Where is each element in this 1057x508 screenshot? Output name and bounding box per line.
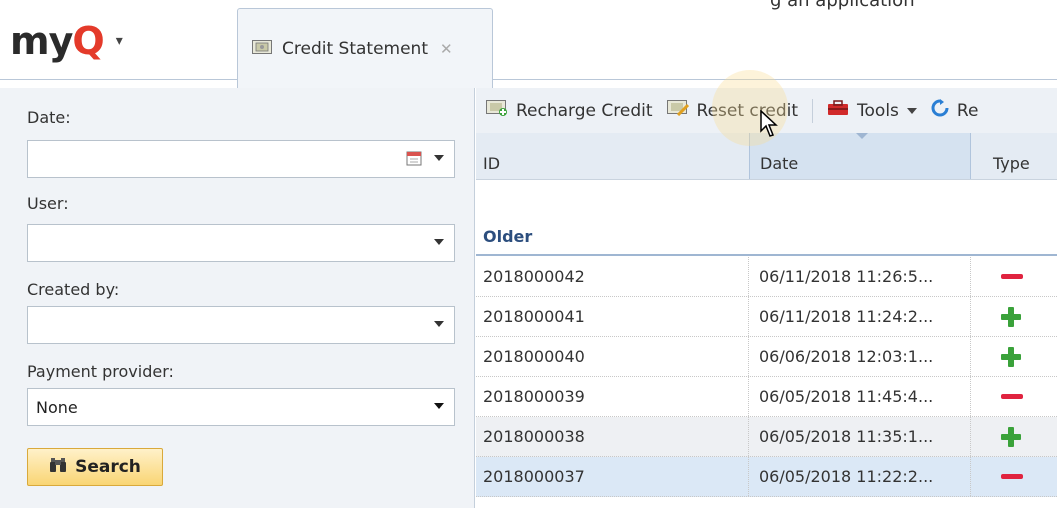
toolbox-icon bbox=[827, 100, 849, 121]
sort-indicator-icon bbox=[856, 133, 868, 139]
date-label: Date: bbox=[27, 108, 71, 127]
table-row[interactable]: 2018000037 06/05/2018 11:22:2... bbox=[476, 457, 1057, 497]
toolbar-separator bbox=[812, 98, 814, 123]
close-icon[interactable]: ✕ bbox=[440, 40, 453, 58]
user-label: User: bbox=[27, 194, 69, 213]
date-field[interactable] bbox=[27, 140, 455, 178]
column-header-type[interactable]: Type bbox=[971, 133, 1057, 179]
cell-type bbox=[971, 457, 1057, 496]
column-header-id[interactable]: ID bbox=[483, 133, 749, 179]
group-header-row[interactable]: Older bbox=[476, 218, 1057, 256]
refresh-icon bbox=[931, 99, 949, 122]
tools-menu-button[interactable]: Tools bbox=[827, 100, 917, 121]
app-logo-menu[interactable]: myQ ▾ bbox=[10, 22, 123, 60]
plus-icon bbox=[1001, 346, 1021, 367]
binoculars-icon bbox=[49, 457, 67, 478]
recharge-credit-button[interactable]: Recharge Credit bbox=[486, 100, 653, 121]
plus-icon bbox=[1001, 426, 1021, 447]
created-by-label: Created by: bbox=[27, 280, 120, 299]
payment-provider-value: None bbox=[36, 397, 78, 417]
cell-date: 06/05/2018 11:45:4... bbox=[749, 377, 971, 416]
logo: myQ bbox=[10, 19, 105, 63]
cell-type bbox=[971, 417, 1057, 456]
plus-icon bbox=[1001, 306, 1021, 327]
cell-date: 06/06/2018 12:03:1... bbox=[749, 337, 971, 376]
cell-id: 2018000037 bbox=[476, 457, 749, 496]
top-bar: g an application myQ ▾ Credit Statement … bbox=[0, 0, 1057, 88]
cell-id: 2018000040 bbox=[476, 337, 749, 376]
reset-credit-icon bbox=[666, 100, 689, 121]
refresh-button[interactable]: Re bbox=[931, 99, 979, 122]
mouse-cursor-icon bbox=[760, 110, 778, 137]
table-row[interactable]: 2018000041 06/11/2018 11:24:2... bbox=[476, 297, 1057, 337]
created-by-field[interactable] bbox=[27, 306, 455, 344]
chevron-down-icon bbox=[906, 107, 917, 114]
filter-panel: Date: User: Created by: Payment provider… bbox=[0, 88, 475, 508]
payment-provider-label: Payment provider: bbox=[27, 362, 174, 381]
table-row[interactable]: 2018000038 06/05/2018 11:35:1... bbox=[476, 417, 1057, 457]
search-button[interactable]: Search bbox=[27, 448, 163, 486]
minus-icon bbox=[1001, 274, 1023, 279]
tab-credit-statement[interactable]: Credit Statement ✕ bbox=[237, 8, 493, 88]
credit-card-icon bbox=[252, 39, 272, 58]
cell-id: 2018000038 bbox=[476, 417, 749, 456]
chevron-down-icon: ▾ bbox=[115, 33, 123, 49]
chevron-down-icon[interactable] bbox=[434, 321, 444, 327]
cell-date: 06/05/2018 11:22:2... bbox=[749, 457, 971, 496]
refresh-label: Re bbox=[956, 100, 979, 121]
cell-id: 2018000042 bbox=[476, 257, 749, 296]
group-label: Older bbox=[483, 227, 533, 246]
user-field[interactable] bbox=[27, 224, 455, 262]
cell-date: 06/11/2018 11:26:5... bbox=[749, 257, 971, 296]
recharge-credit-label: Recharge Credit bbox=[516, 100, 653, 121]
cell-id: 2018000041 bbox=[476, 297, 749, 336]
cell-type bbox=[971, 337, 1057, 376]
cell-type bbox=[971, 297, 1057, 336]
cell-type bbox=[971, 257, 1057, 296]
table-row[interactable]: 2018000039 06/05/2018 11:45:4... bbox=[476, 377, 1057, 417]
chevron-down-icon[interactable] bbox=[434, 239, 444, 245]
payment-provider-select[interactable]: None bbox=[27, 388, 455, 426]
cell-type bbox=[971, 377, 1057, 416]
chevron-down-icon[interactable] bbox=[434, 155, 444, 161]
column-header-date[interactable]: Date bbox=[749, 133, 971, 179]
table-row[interactable]: 2018000042 06/11/2018 11:26:5... bbox=[476, 257, 1057, 297]
tools-label: Tools bbox=[857, 100, 899, 121]
calendar-icon[interactable] bbox=[406, 150, 422, 166]
search-button-label: Search bbox=[75, 457, 141, 477]
chevron-down-icon[interactable] bbox=[434, 403, 444, 409]
recharge-credit-icon bbox=[486, 100, 508, 121]
cell-date: 06/11/2018 11:24:2... bbox=[749, 297, 971, 336]
tab-label: Credit Statement bbox=[282, 38, 428, 59]
cell-id: 2018000039 bbox=[476, 377, 749, 416]
window-title-fragment: g an application bbox=[770, 0, 915, 11]
table-row[interactable]: 2018000040 06/06/2018 12:03:1... bbox=[476, 337, 1057, 377]
credit-statement-grid: Recharge Credit Reset credit Tools Re ID… bbox=[476, 88, 1057, 508]
divider bbox=[0, 79, 237, 80]
minus-icon bbox=[1001, 394, 1023, 399]
minus-icon bbox=[1001, 474, 1023, 479]
cell-date: 06/05/2018 11:35:1... bbox=[749, 417, 971, 456]
